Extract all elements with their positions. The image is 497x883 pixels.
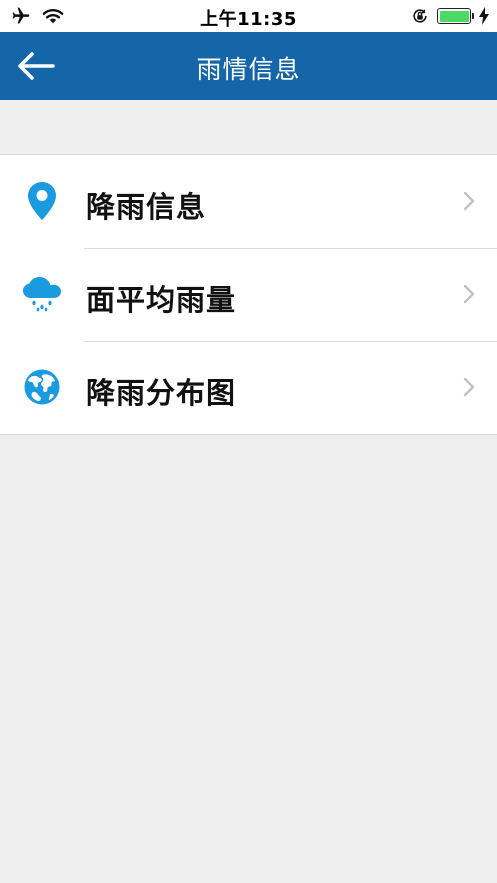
charging-bolt-icon — [479, 7, 489, 25]
chevron-right-icon — [463, 284, 475, 304]
battery-icon — [437, 8, 474, 24]
status-right-group — [411, 7, 489, 25]
chevron-right-icon — [463, 191, 475, 211]
menu-item-rainfall-info[interactable]: 降雨信息 — [0, 155, 497, 248]
item-icon-wrapper — [22, 367, 62, 407]
rotation-lock-icon — [413, 9, 427, 23]
menu-item-label: 面平均雨量 — [86, 283, 237, 317]
status-bar: 上午11:35 — [0, 0, 497, 32]
page-title: 雨情信息 — [196, 55, 301, 84]
menu-list: 降雨信息 面平均雨量 降雨分布图 — [0, 154, 497, 435]
menu-item-label: 降雨分布图 — [86, 376, 237, 410]
menu-item-label: 降雨信息 — [86, 190, 207, 224]
menu-item-rainfall-map[interactable]: 降雨分布图 — [0, 341, 497, 434]
navigation-bar: 雨情信息 — [0, 32, 497, 100]
rain-cloud-icon — [23, 277, 61, 312]
item-icon-wrapper — [22, 181, 62, 221]
globe-icon — [24, 369, 60, 405]
menu-item-average-rainfall[interactable]: 面平均雨量 — [0, 248, 497, 341]
map-pin-icon — [28, 182, 56, 220]
item-icon-wrapper — [22, 274, 62, 314]
battery-level — [439, 10, 469, 22]
chevron-right-icon — [463, 377, 475, 397]
